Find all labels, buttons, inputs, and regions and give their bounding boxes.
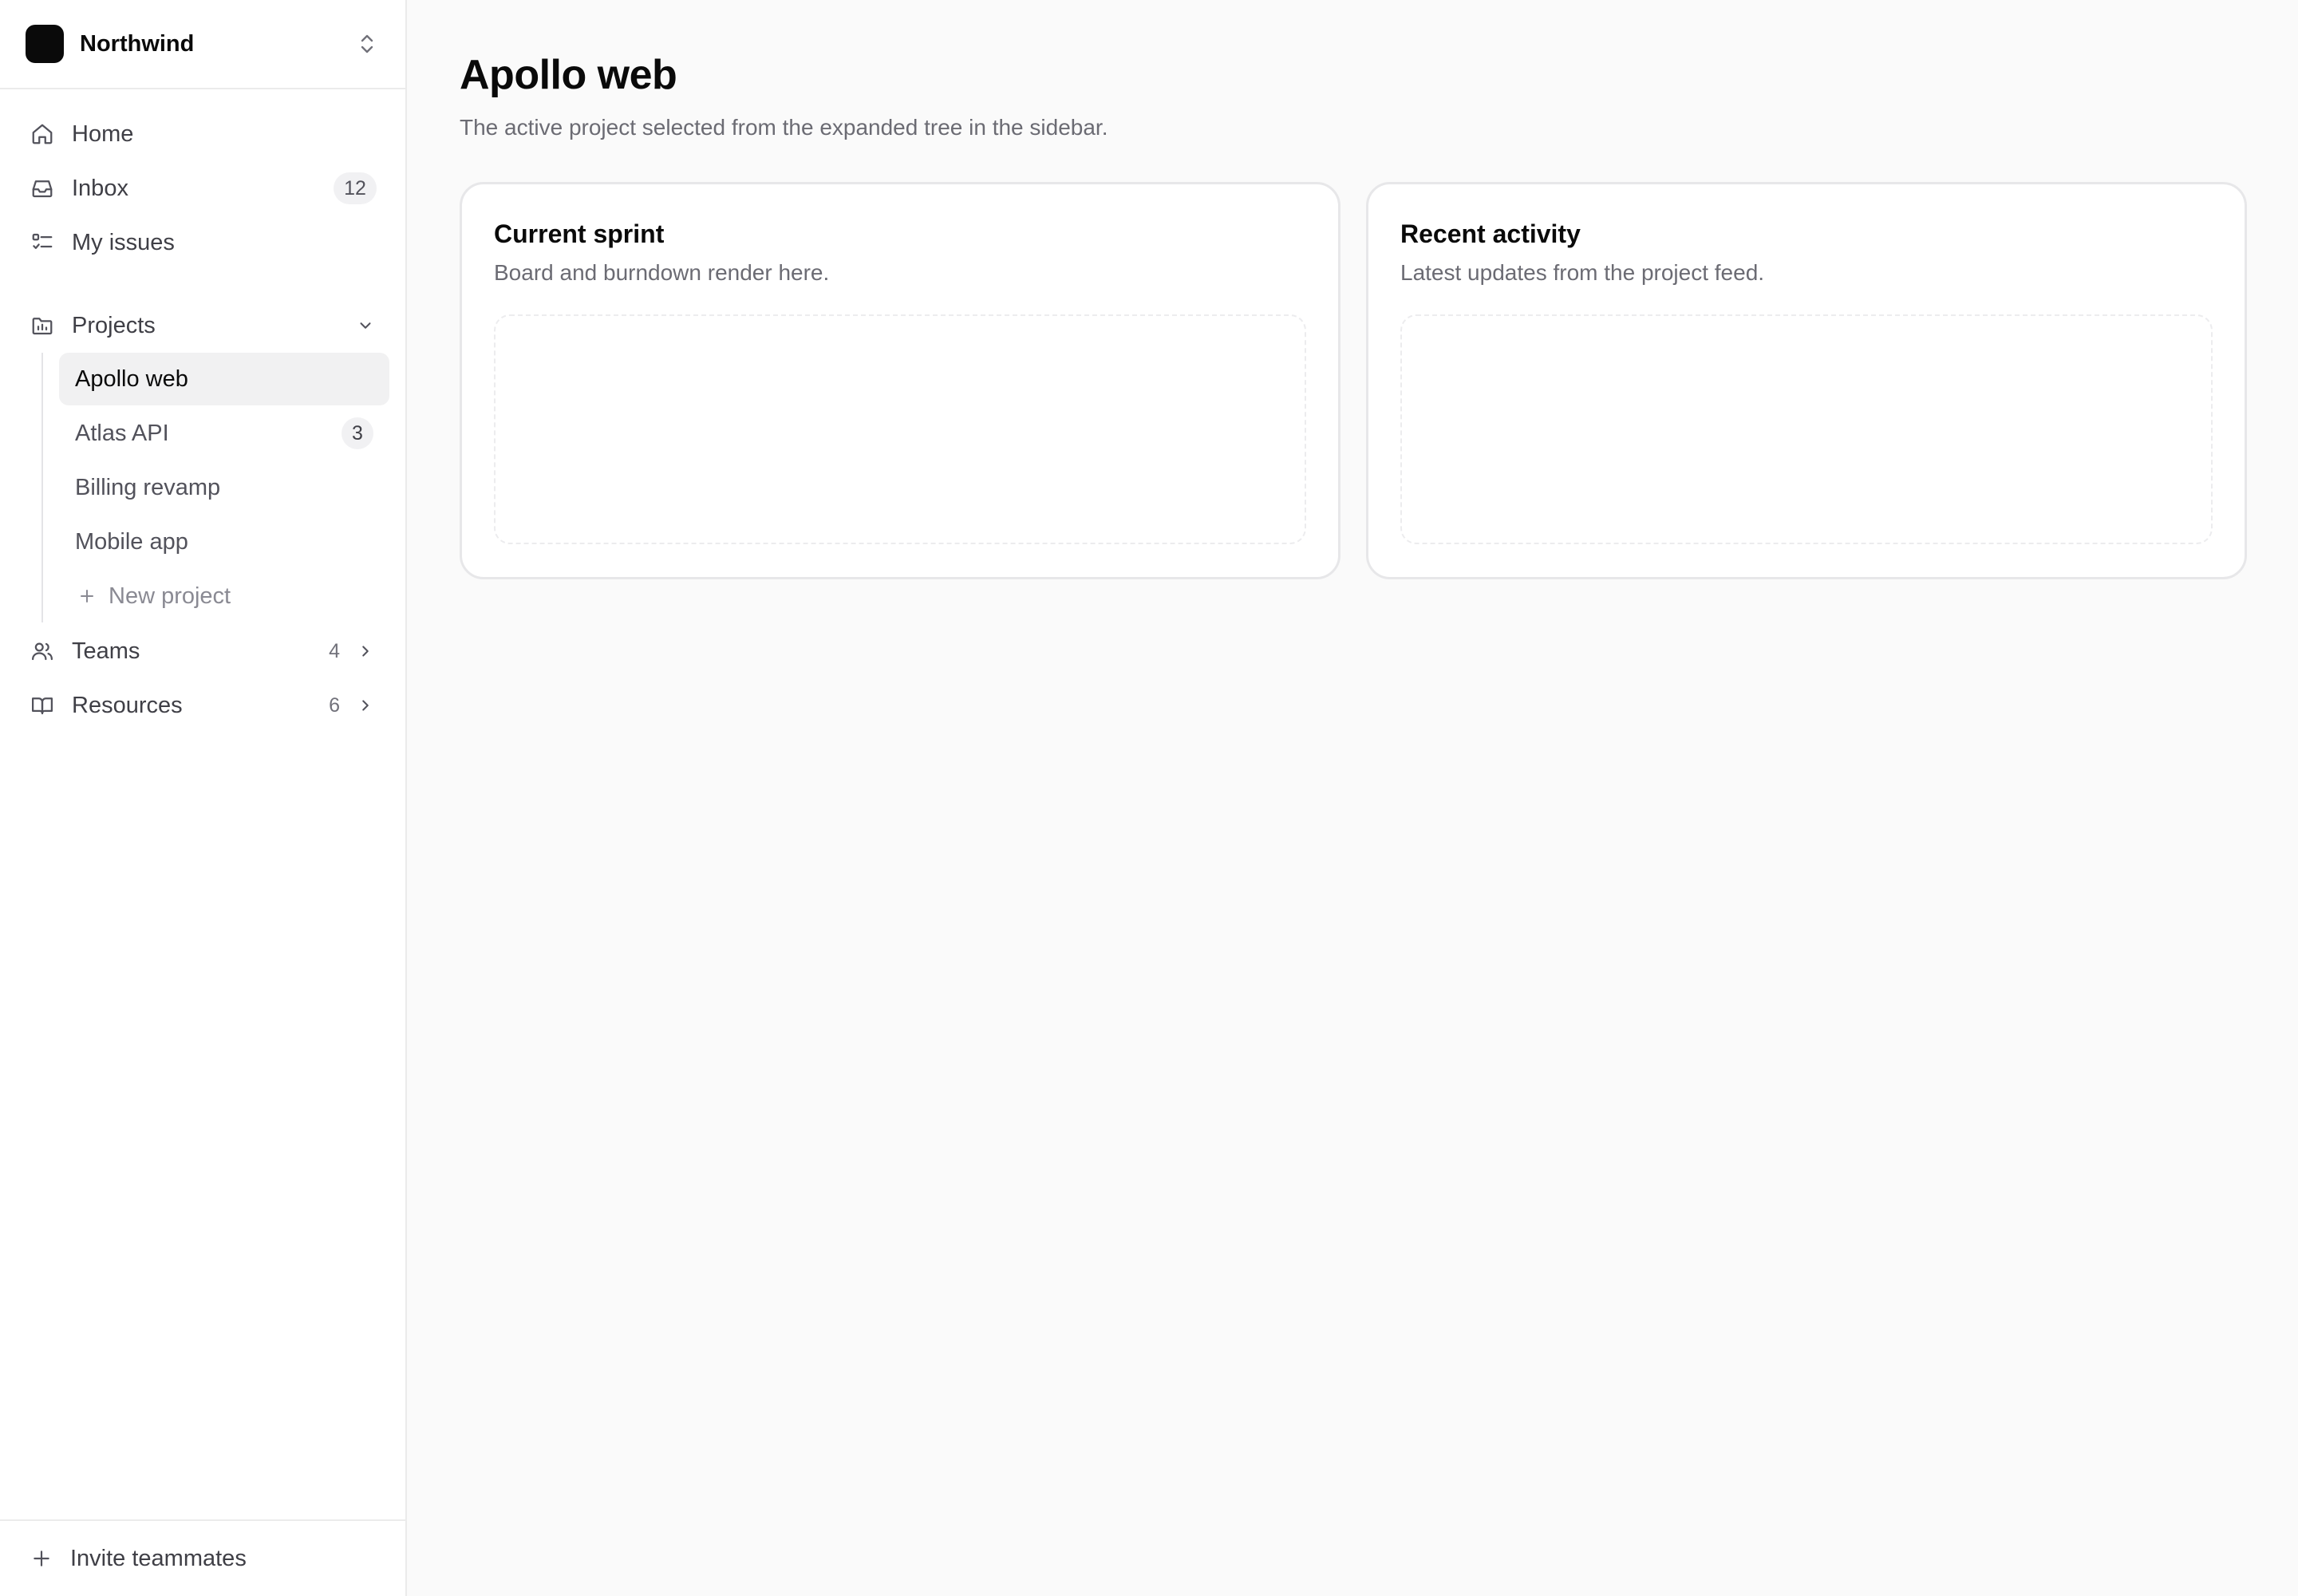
- card-title: Current sprint: [494, 219, 665, 248]
- recent-activity-card: Recent activity Latest updates from the …: [1366, 182, 2247, 579]
- sidebar-item-projects[interactable]: Projects: [16, 298, 389, 353]
- inbox-count-badge: 12: [334, 172, 377, 204]
- page-title: Apollo web: [460, 52, 677, 98]
- sidebar-item-my-issues[interactable]: My issues: [16, 215, 389, 270]
- project-item-label: Apollo web: [75, 365, 188, 392]
- project-item-label: Billing revamp: [75, 474, 221, 500]
- workspace-name: Northwind: [80, 30, 195, 57]
- chevron-right-icon[interactable]: [354, 640, 377, 662]
- current-sprint-card: Current sprint Board and burndown render…: [460, 182, 1340, 579]
- project-item-billing-revamp[interactable]: Billing revamp: [59, 461, 389, 514]
- invite-teammates-button[interactable]: Invite teammates: [0, 1519, 405, 1596]
- card-description: Board and burndown render here.: [494, 260, 830, 285]
- sidebar-nav: Home Inbox 12 My issues Projects Apollo …: [0, 89, 405, 733]
- inbox-icon: [29, 175, 56, 202]
- main-content: Apollo web The active project selected f…: [407, 0, 2298, 1596]
- plus-icon: [75, 584, 99, 608]
- home-icon: [29, 120, 56, 148]
- new-project-label: New project: [109, 583, 231, 609]
- card-description: Latest updates from the project feed.: [1400, 260, 1765, 285]
- folder-chart-icon: [29, 312, 56, 339]
- list-checks-icon: [29, 229, 56, 256]
- sidebar-item-label: Inbox: [72, 175, 128, 201]
- new-project-button[interactable]: New project: [59, 570, 389, 622]
- project-count-badge: 3: [342, 417, 373, 449]
- sidebar-item-label: My issues: [72, 229, 175, 255]
- project-item-mobile-app[interactable]: Mobile app: [59, 516, 389, 568]
- project-item-label: Mobile app: [75, 528, 188, 555]
- sidebar-item-teams[interactable]: Teams 4: [16, 624, 389, 678]
- sidebar-item-label: Home: [72, 120, 134, 147]
- sidebar-item-home[interactable]: Home: [16, 107, 389, 161]
- sidebar-item-resources[interactable]: Resources 6: [16, 678, 389, 733]
- app: Northwind Home Inbox 12 My issues Projec…: [0, 0, 2298, 1596]
- invite-teammates-label: Invite teammates: [70, 1545, 247, 1571]
- project-item-apollo-web[interactable]: Apollo web: [59, 353, 389, 405]
- activity-placeholder: [1400, 314, 2213, 544]
- card-title: Recent activity: [1400, 219, 1581, 248]
- sidebar-item-label: Resources: [72, 692, 183, 718]
- sidebar-item-label: Teams: [72, 638, 140, 664]
- users-icon: [29, 638, 56, 665]
- resources-count: 6: [329, 693, 340, 717]
- workspace-logo: [26, 25, 64, 63]
- project-item-label: Atlas API: [75, 420, 169, 446]
- projects-tree: Apollo web Atlas API 3 Billing revamp Mo…: [41, 353, 389, 622]
- workspace-switcher[interactable]: Northwind: [0, 0, 405, 89]
- chevron-down-icon[interactable]: [354, 314, 377, 337]
- project-item-atlas-api[interactable]: Atlas API 3: [59, 407, 389, 460]
- sidebar-item-inbox[interactable]: Inbox 12: [16, 161, 389, 215]
- book-open-icon: [29, 692, 56, 719]
- page-subtitle: The active project selected from the exp…: [460, 115, 1108, 140]
- sidebar-item-label: Projects: [72, 312, 156, 338]
- plus-icon: [29, 1546, 54, 1571]
- teams-count: 4: [329, 639, 340, 662]
- sidebar: Northwind Home Inbox 12 My issues Projec…: [0, 0, 407, 1596]
- chevron-up-down-icon[interactable]: [354, 31, 380, 57]
- sprint-placeholder: [494, 314, 1306, 544]
- cards-grid: Current sprint Board and burndown render…: [460, 182, 2247, 579]
- chevron-right-icon[interactable]: [354, 694, 377, 717]
